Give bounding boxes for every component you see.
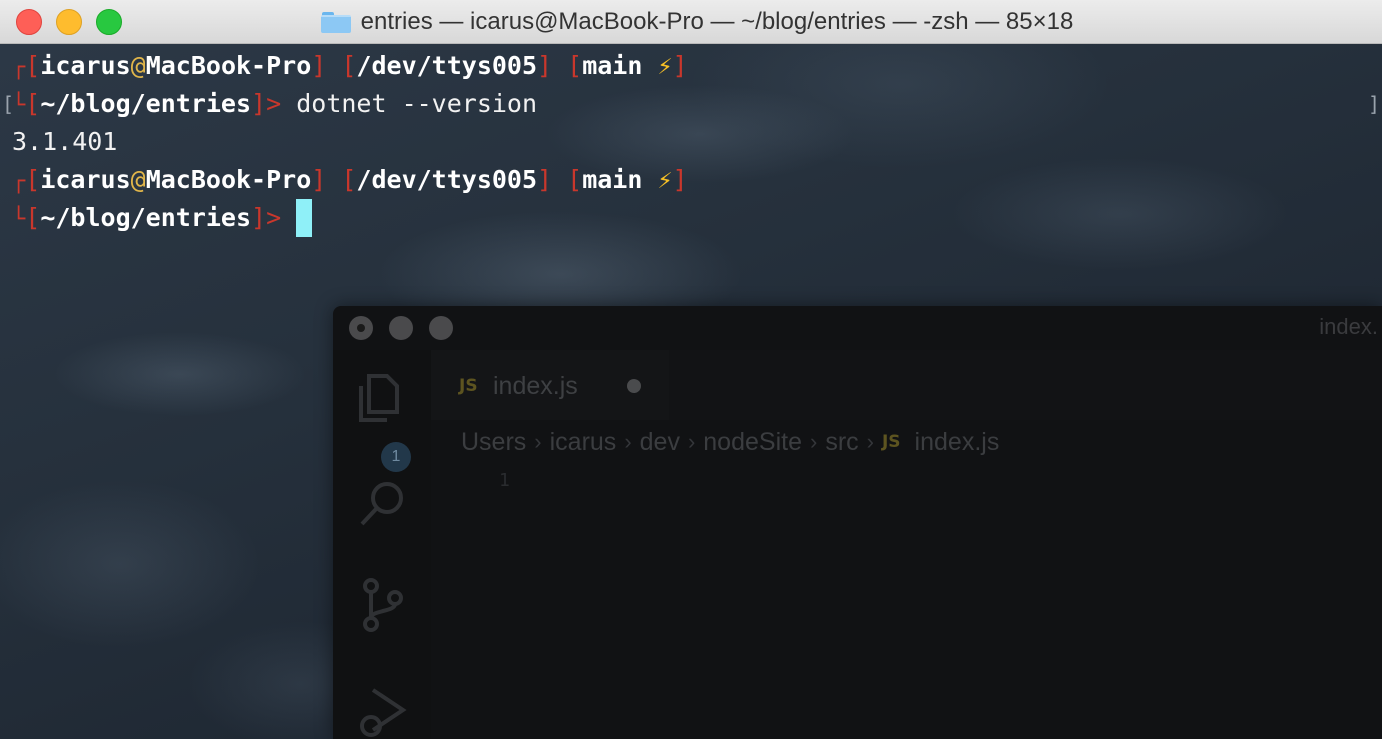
prompt-corner-top: ┌ [12,169,26,194]
prompt-branch: main [582,165,643,194]
line-number: 1 [499,470,510,491]
run-debug-icon[interactable] [357,684,409,739]
explorer-badge: 1 [381,442,411,472]
chevron-right-icon: › [809,429,818,454]
unsaved-indicator[interactable] [627,379,641,393]
breadcrumb-item[interactable]: src [825,428,858,457]
breadcrumb-item[interactable]: icarus [550,428,617,457]
tab-label: index.js [493,372,578,400]
right-edge-bracket: ] [1368,92,1381,116]
js-file-icon: JS [459,376,478,396]
breadcrumb-item[interactable]: Users [461,428,526,457]
chevron-right-icon: › [866,429,874,454]
prompt-line-3: ┌[icarus@MacBook-Pro] [/dev/ttys005] [ma… [12,165,688,194]
activity-bar: 1 [333,350,431,739]
prompt-at: @ [130,165,146,194]
left-edge-bracket: [ [2,92,15,116]
chevron-right-icon: › [687,429,696,454]
prompt-line-1: ┌[icarus@MacBook-Pro] [/dev/ttys005] [ma… [12,51,688,80]
prompt-user: icarus [40,51,131,80]
search-icon[interactable] [357,478,409,530]
prompt-tty: /dev/ttys005 [356,165,538,194]
editor-minimize-button[interactable] [389,316,413,340]
prompt-cwd: ~/blog/entries [40,89,252,118]
prompt-user: icarus [40,165,131,194]
tab-index-js[interactable]: JS index.js [431,350,669,420]
lightning-icon: ⚡ [657,51,673,80]
window-title: entries — icarus@MacBook-Pro — ~/blog/en… [360,8,1074,35]
breadcrumb-item[interactable]: dev [640,428,680,457]
terminal-window: entries — icarus@MacBook-Pro — ~/blog/en… [0,0,1382,739]
prompt-corner-top: ┌ [12,55,26,80]
prompt-at: @ [130,51,146,80]
breadcrumb-file[interactable]: index.js [915,428,1000,457]
text-cursor[interactable] [296,199,313,237]
prompt-corner-bottom: └ [12,207,26,232]
prompt-line-4: └[~/blog/entries]> [12,199,313,237]
prompt-tty: /dev/ttys005 [356,51,538,80]
files-icon[interactable] [357,372,407,424]
lightning-icon: ⚡ [657,165,673,194]
command-text: dotnet --version [296,89,538,118]
source-control-icon[interactable] [357,578,409,634]
prompt-host: MacBook-Pro [145,51,312,80]
chevron-right-icon: › [534,429,542,454]
title-bar[interactable]: entries — icarus@MacBook-Pro — ~/blog/en… [0,0,1382,44]
breadcrumb-item[interactable]: nodeSite [703,428,802,457]
command-output: 3.1.401 [12,127,118,156]
prompt-host: MacBook-Pro [145,165,312,194]
chevron-right-icon: › [624,429,632,454]
editor-tab-bar: JS index.js [431,350,1382,420]
breadcrumb: Users › icarus › dev › nodeSite › src › JS in… [461,424,1007,460]
editor-title: index. [1319,314,1378,339]
editor-close-button[interactable] [349,316,373,340]
js-file-icon: JS [881,432,901,452]
prompt-cwd: ~/blog/entries [40,203,252,232]
code-editor-window[interactable]: index. 1 JS index.js Users › icarus › de… [333,306,1382,739]
prompt-line-2: └[~/blog/entries]> dotnet --version [12,89,538,118]
folder-icon [320,11,351,33]
editor-zoom-button[interactable] [429,316,453,340]
prompt-branch: main [582,51,643,80]
